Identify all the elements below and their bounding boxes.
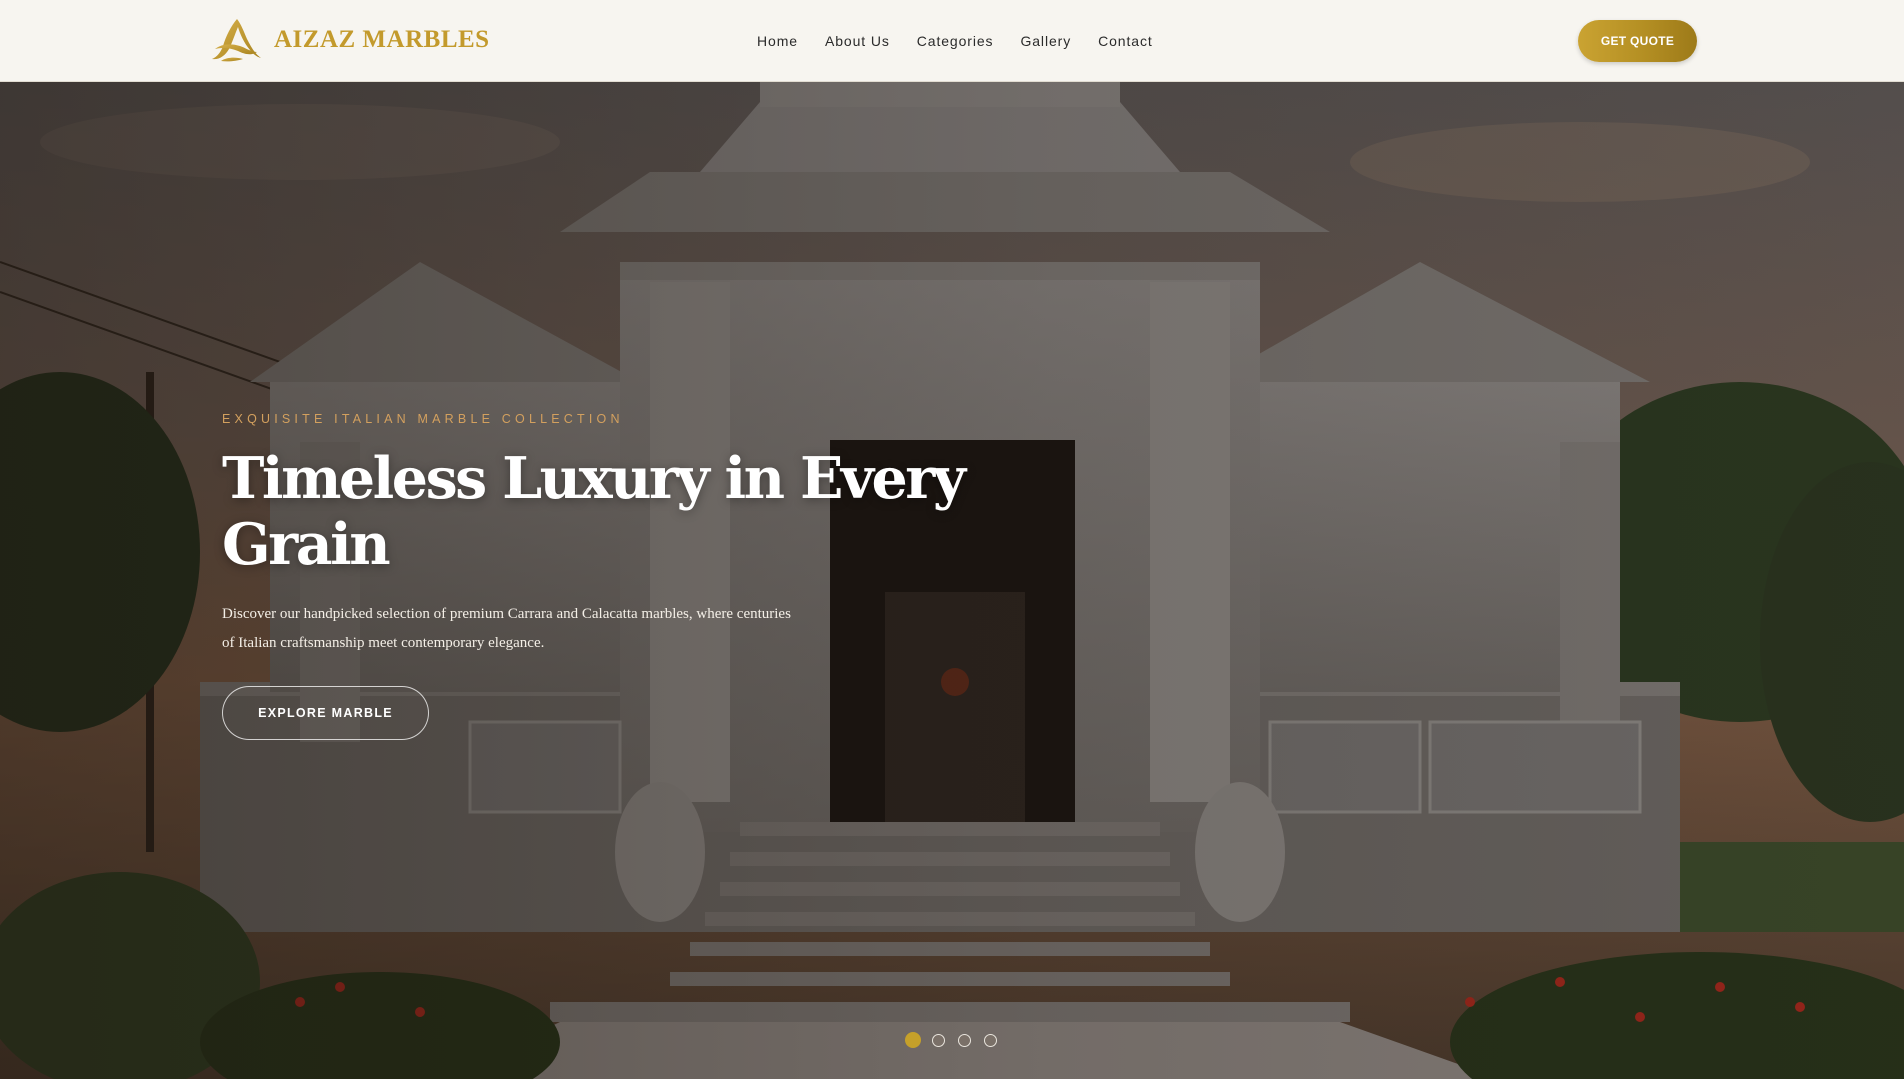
slide-dot-3[interactable] xyxy=(958,1033,971,1047)
nav-item-contact[interactable]: Contact xyxy=(1098,33,1153,49)
nav-item-about-us[interactable]: About Us xyxy=(825,33,890,49)
hero-content: EXQUISITE ITALIAN MARBLE COLLECTION Time… xyxy=(222,412,982,740)
explore-marble-button[interactable]: EXPLORE MARBLE xyxy=(222,686,429,740)
nav-item-gallery[interactable]: Gallery xyxy=(1020,33,1071,49)
brand-mark-icon xyxy=(212,19,261,62)
slider-pagination xyxy=(905,1032,997,1048)
brand-name: AIZAZ MARBLES xyxy=(274,26,490,53)
slide-dot-2[interactable] xyxy=(932,1033,945,1047)
hero-description: Discover our handpicked selection of pre… xyxy=(222,606,791,651)
hero-eyebrow: EXQUISITE ITALIAN MARBLE COLLECTION xyxy=(222,412,624,426)
brand-logo[interactable]: AIZAZ MARBLES xyxy=(207,16,490,64)
main-nav: Home About Us Categories Gallery Contact xyxy=(757,30,1153,52)
nav-item-home[interactable]: Home xyxy=(757,33,798,49)
nav-item-categories[interactable]: Categories xyxy=(917,33,994,49)
slide-dot-4[interactable] xyxy=(984,1033,997,1047)
hero-slider: EXQUISITE ITALIAN MARBLE COLLECTION Time… xyxy=(0,82,1904,1079)
site-header: AIZAZ MARBLES Home About Us Categories G… xyxy=(0,0,1904,82)
slide-dot-1[interactable] xyxy=(905,1032,921,1048)
hero-title: Timeless Luxury in Every Grain xyxy=(222,445,966,578)
get-quote-button[interactable]: GET QUOTE xyxy=(1578,20,1697,62)
